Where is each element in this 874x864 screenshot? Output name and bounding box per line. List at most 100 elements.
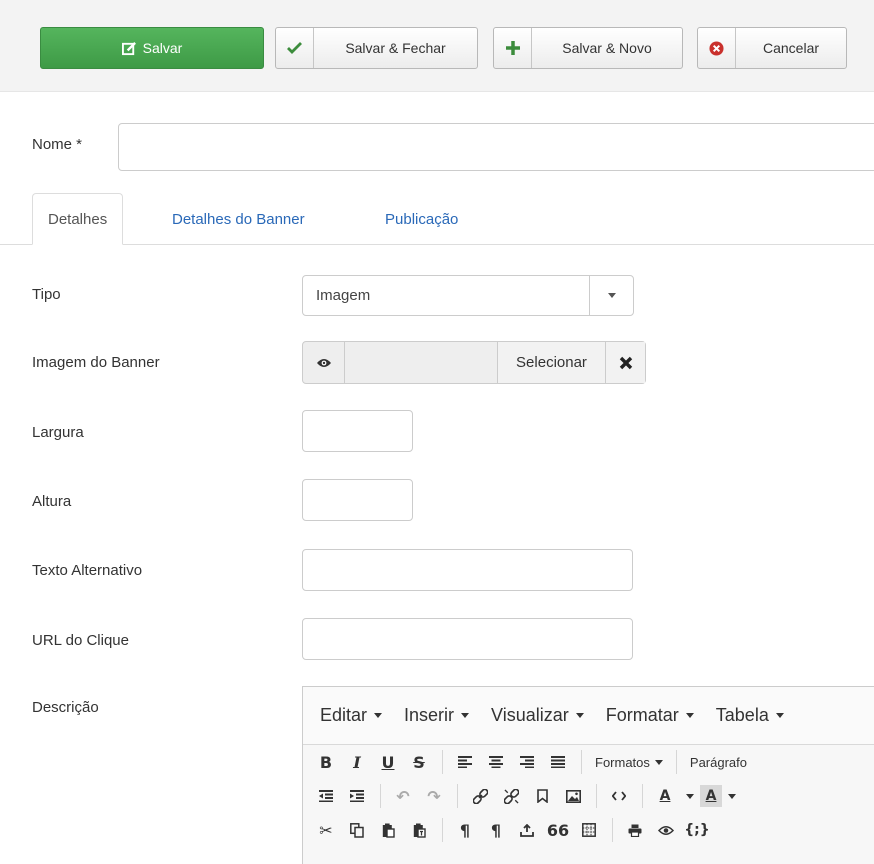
toolbar-divider [442,818,443,842]
align-left-icon[interactable] [450,747,480,777]
chevron-down-icon [374,713,383,718]
chevron-down-icon [775,713,784,718]
paste-icon[interactable] [373,815,403,845]
name-label: Nome * [32,136,83,153]
image-label: Imagem do Banner [32,354,160,371]
menu-format-label: Formatar [605,705,679,725]
underline-icon[interactable]: U [373,747,403,777]
cancel-label: Cancelar [762,40,820,56]
menu-insert[interactable]: Inserir [404,705,470,726]
save-label: Salvar [142,40,183,56]
toolbar-divider [442,750,443,774]
editor-menubar: Editar Inserir Visualizar Formatar Tabel… [303,687,874,745]
width-input[interactable] [302,410,413,452]
text-color-icon[interactable]: A [650,781,680,811]
toolbar-divider [380,784,381,808]
paste-text-icon[interactable] [404,815,434,845]
save-close-label: Salvar & Fechar [345,40,446,56]
strikethrough-icon[interactable]: S [404,747,434,777]
blockquote-icon[interactable]: 66 [543,815,573,845]
toolbar-divider [457,784,458,808]
toolbar-divider [675,750,677,774]
align-center-icon[interactable] [481,747,511,777]
background-color-icon[interactable]: A [700,785,722,807]
chevron-down-icon [575,713,584,718]
menu-table[interactable]: Tabela [716,705,784,726]
name-input[interactable] [118,123,874,171]
chevron-down-icon[interactable] [681,781,699,811]
click-url-label: URL do Clique [32,632,129,649]
save-close-button[interactable]: Salvar & Fechar [275,27,478,69]
align-justify-icon[interactable] [543,747,573,777]
alt-text-input[interactable] [302,549,633,591]
type-select[interactable]: Imagem [302,275,634,316]
eye-icon[interactable] [303,342,345,383]
menu-table-label: Tabela [715,705,769,725]
toolbar-divider [612,818,613,842]
description-label: Descrição [32,699,99,716]
description-editor: Editar Inserir Visualizar Formatar Tabel… [302,686,874,864]
chevron-down-icon[interactable] [723,781,741,811]
undo-icon[interactable]: ↶ [388,781,418,811]
paragraph-label: Parágrafo [689,754,747,770]
chevron-down-icon [654,759,663,765]
cancel-button[interactable]: Cancelar [697,27,847,69]
toolbar-divider [596,784,597,808]
save-new-label: Salvar & Novo [562,40,652,56]
menu-view[interactable]: Visualizar [491,705,584,726]
bookmark-icon[interactable] [527,781,557,811]
chevron-down-icon [685,713,694,718]
align-right-icon[interactable] [512,747,542,777]
editor-toolbar-row-2: ↶ ↷ A A [303,779,874,813]
pilcrow-ltr-icon[interactable]: ¶ [450,815,480,845]
editor-toolbar-row-3: ✂ ¶ ¶ 66 {;} [303,813,874,847]
pilcrow-rtl-icon[interactable]: ¶ [481,815,511,845]
alt-text-label: Texto Alternativo [32,562,143,579]
outdent-icon[interactable] [311,781,341,811]
image-icon[interactable] [558,781,588,811]
clear-x-icon[interactable] [605,342,645,383]
image-select-button[interactable]: Selecionar [497,342,605,383]
code-sample-icon[interactable]: {;} [682,815,712,845]
save-button[interactable]: Salvar [40,27,264,69]
preview-eye-icon[interactable] [651,815,681,845]
menu-edit[interactable]: Editar [320,705,383,726]
menu-edit-label: Editar [320,705,368,725]
edit-icon [121,41,137,56]
menu-insert-label: Inserir [404,705,455,725]
menu-format[interactable]: Formatar [606,705,694,726]
upload-icon[interactable] [512,815,542,845]
copy-icon[interactable] [342,815,372,845]
unlink-icon[interactable] [496,781,526,811]
width-label: Largura [32,424,84,441]
chevron-down-icon [589,276,633,315]
link-icon[interactable] [465,781,495,811]
save-new-button[interactable]: Salvar & Novo [493,27,683,69]
indent-icon[interactable] [342,781,372,811]
table-grid-icon[interactable] [574,815,604,845]
redo-icon[interactable]: ↷ [419,781,449,811]
plus-icon [494,28,532,68]
image-path-field [345,342,497,383]
toolbar-divider [581,750,582,774]
formats-dropdown[interactable]: Formatos [589,755,669,770]
italic-icon[interactable]: I [342,747,372,777]
paragraph-dropdown[interactable]: Parágrafo [684,755,753,770]
type-select-value: Imagem [316,287,371,304]
click-url-input[interactable] [302,618,633,660]
code-icon[interactable] [604,781,634,811]
check-icon [276,28,314,68]
tab-banner-details[interactable]: Detalhes do Banner [157,193,320,245]
cancel-circle-icon [698,28,736,68]
height-input[interactable] [302,479,413,521]
chevron-down-icon [461,713,470,718]
print-icon[interactable] [620,815,650,845]
cut-icon[interactable]: ✂ [311,815,341,845]
toolbar: Salvar Salvar & Fechar Salvar & Novo Can… [0,0,874,92]
type-label: Tipo [32,286,61,303]
tab-details[interactable]: Detalhes [32,193,124,245]
toolbar-divider [642,784,643,808]
image-media-field: Selecionar [302,341,646,384]
tab-publishing[interactable]: Publicação [370,193,473,245]
bold-icon[interactable]: B [311,747,341,777]
